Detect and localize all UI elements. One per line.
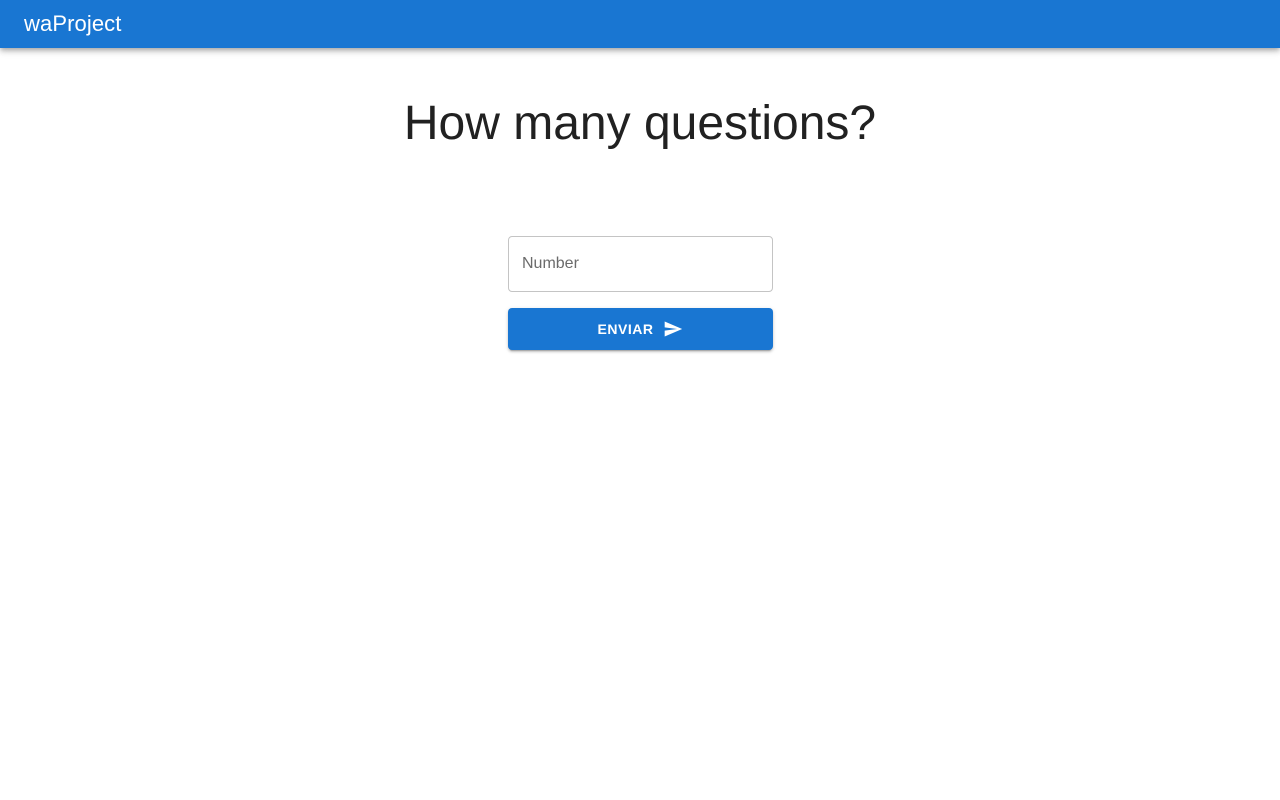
app-bar: waProject: [0, 0, 1280, 48]
send-icon: [663, 319, 683, 339]
send-button-label: ENVIAR: [597, 321, 654, 337]
questions-form: ENVIAR: [508, 236, 773, 350]
page-title: How many questions?: [403, 97, 877, 150]
app-title: waProject: [24, 11, 122, 36]
send-button[interactable]: ENVIAR: [508, 308, 773, 350]
number-input[interactable]: [508, 236, 773, 292]
